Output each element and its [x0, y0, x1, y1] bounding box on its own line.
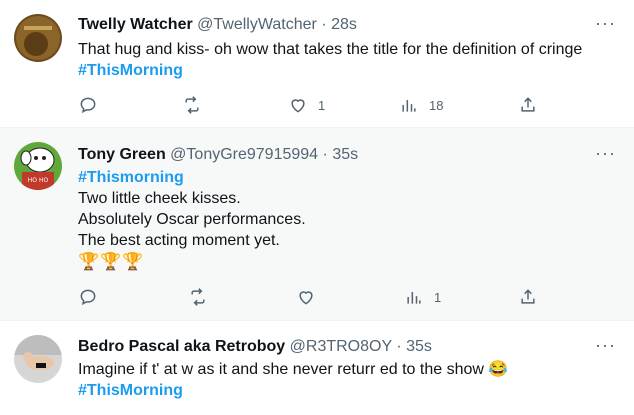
user-handle[interactable]: @TwellyWatcher: [197, 16, 317, 33]
avatar[interactable]: HO HO: [14, 142, 62, 190]
tweet[interactable]: Twelly Watcher @TwellyWatcher · 28s ··· …: [0, 0, 634, 127]
user-handle[interactable]: @R3TRO8OY: [290, 338, 392, 355]
tweet-header: Tony Green @TonyGre97915994 · 35s: [78, 146, 358, 164]
avatar[interactable]: [14, 335, 62, 383]
hashtag-link[interactable]: #ThisMorning: [78, 60, 582, 81]
hashtag-link[interactable]: #ThisMorning: [78, 380, 508, 401]
views-icon: [402, 100, 416, 112]
retweet-icon: [185, 96, 199, 114]
tweet-text-line: Imagine if t' at w as it and she never r…: [78, 361, 509, 378]
like-count: 1: [318, 97, 326, 113]
tweet[interactable]: HO HO Tony Green @TonyGre97915994 · 35s …: [0, 128, 634, 320]
retweet-icon: [191, 288, 205, 306]
views-icon: [407, 292, 421, 304]
separator: ·: [396, 338, 402, 355]
timestamp[interactable]: 28s: [331, 16, 357, 33]
retweet-button[interactable]: [188, 286, 218, 308]
reply-button[interactable]: [78, 94, 108, 116]
tweet-header: Twelly Watcher @TwellyWatcher · 28s: [78, 16, 357, 34]
display-name[interactable]: Bedro Pascal aka Retroboy: [78, 338, 285, 355]
views-count: 1: [434, 289, 442, 305]
tweet-text: #Thismorning Two little cheek kisses. Ab…: [78, 167, 306, 272]
separator: ·: [321, 16, 327, 33]
trophy-emoji: 🏆🏆🏆: [78, 252, 145, 271]
heart-icon: [291, 99, 305, 113]
reply-button[interactable]: [78, 286, 108, 308]
tweet[interactable]: Bedro Pascal aka Retroboy @R3TRO8OY · 35…: [0, 321, 634, 415]
user-handle[interactable]: @TonyGre97915994: [170, 146, 318, 163]
tweet-text-line: The best acting moment yet.: [78, 232, 280, 249]
more-icon[interactable]: ···: [595, 14, 616, 32]
timestamp[interactable]: 35s: [406, 338, 432, 355]
separator: ·: [322, 146, 328, 163]
share-button[interactable]: [518, 94, 538, 116]
tweet-actions: 1: [78, 286, 538, 308]
tweet-header: Bedro Pascal aka Retroboy @R3TRO8OY · 35…: [78, 338, 432, 356]
tweet-text-line: Two little cheek kisses.: [78, 190, 241, 207]
reply-icon: [80, 97, 96, 114]
share-button[interactable]: [518, 286, 538, 308]
views-button[interactable]: 1: [404, 286, 441, 308]
views-button[interactable]: 18: [399, 94, 443, 116]
retweet-button[interactable]: [182, 94, 212, 116]
tweet-text-line: Absolutely Oscar performances.: [78, 211, 306, 228]
share-icon: [521, 289, 535, 304]
display-name[interactable]: Tony Green: [78, 146, 166, 163]
views-count: 18: [429, 97, 444, 113]
like-button[interactable]: 1: [288, 94, 325, 116]
more-icon[interactable]: ···: [595, 336, 616, 354]
avatar[interactable]: [14, 14, 62, 62]
tweet-text-line: That hug and kiss- oh wow that takes the…: [78, 41, 583, 58]
more-icon[interactable]: ···: [595, 144, 616, 162]
tweet-text: That hug and kiss- oh wow that takes the…: [78, 39, 582, 81]
tweet-actions: 1 18: [78, 94, 538, 116]
share-icon: [521, 97, 535, 112]
tweet-text: Imagine if t' at w as it and she never r…: [78, 359, 508, 401]
heart-icon: [299, 291, 313, 305]
hashtag-link[interactable]: #Thismorning: [78, 167, 306, 188]
timestamp[interactable]: 35s: [332, 146, 358, 163]
svg-text:HO HO: HO HO: [28, 177, 49, 184]
display-name[interactable]: Twelly Watcher: [78, 16, 193, 33]
reply-icon: [80, 289, 96, 306]
like-button[interactable]: [296, 286, 326, 308]
